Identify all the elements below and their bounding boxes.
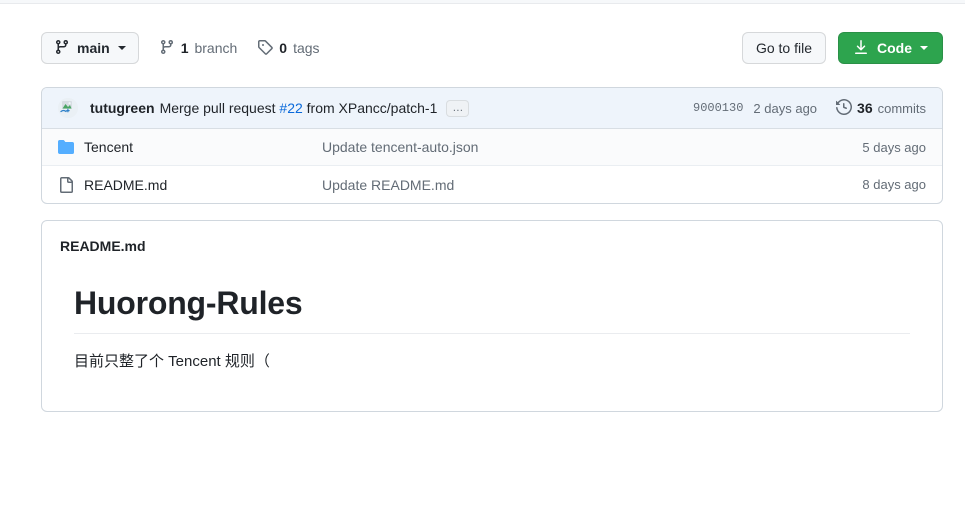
readme-title: Huorong-Rules xyxy=(74,285,910,334)
branches-link[interactable]: 1 branch xyxy=(159,39,238,58)
git-branch-icon xyxy=(54,39,70,58)
commit-message-suffix: from XPancc/patch-1 xyxy=(302,100,438,116)
go-to-file-button[interactable]: Go to file xyxy=(741,32,826,64)
code-button[interactable]: Code xyxy=(838,32,943,64)
file-name[interactable]: Tencent xyxy=(84,139,322,155)
file-icon xyxy=(58,176,74,193)
folder-icon xyxy=(58,139,74,155)
readme-paragraph: 目前只整了个 Tencent 规则（ xyxy=(74,353,270,370)
pull-request-link[interactable]: #22 xyxy=(279,100,302,116)
readme-body: Huorong-Rules 目前只整了个 Tencent 规则（ xyxy=(58,285,926,374)
file-commit-message[interactable]: Update tencent-auto.json xyxy=(322,139,846,155)
tag-count: 0 xyxy=(279,40,288,56)
readme-header-label: README.md xyxy=(60,238,146,254)
branch-selector-button[interactable]: main xyxy=(41,32,139,64)
table-row[interactable]: Tencent Update tencent-auto.json 5 days … xyxy=(42,129,942,166)
code-button-label: Code xyxy=(877,40,912,56)
commit-message-prefix: Merge pull request xyxy=(159,100,280,116)
download-icon xyxy=(853,39,869,58)
commits-count-value: 36 xyxy=(857,100,873,116)
repo-toolbar: main 1 branch 0 tags Go to file Code xyxy=(41,30,943,66)
file-name[interactable]: README.md xyxy=(84,177,322,193)
commit-relative-time: 2 days ago xyxy=(753,100,818,116)
commit-author[interactable]: tutugreen xyxy=(90,100,155,116)
branch-count-label: branch xyxy=(194,40,238,56)
commit-details-ellipsis-button[interactable]: … xyxy=(446,99,470,117)
chevron-down-icon xyxy=(117,46,126,50)
repository-content: main 1 branch 0 tags Go to file Code tut… xyxy=(0,0,965,412)
branch-count: 1 xyxy=(180,40,189,56)
tags-link[interactable]: 0 tags xyxy=(257,39,320,58)
git-branch-icon xyxy=(159,39,175,58)
branch-selector-label: main xyxy=(77,40,110,56)
commits-count-label: commits xyxy=(877,100,926,116)
tag-icon xyxy=(257,39,274,58)
commit-message: Merge pull request #22 from XPancc/patch… xyxy=(160,100,438,116)
file-updated-time: 5 days ago xyxy=(862,139,926,155)
tag-count-label: tags xyxy=(293,40,320,56)
avatar[interactable] xyxy=(58,98,78,118)
chevron-down-icon xyxy=(920,46,928,50)
commit-sha[interactable]: 9000130 xyxy=(693,101,743,115)
file-updated-time: 8 days ago xyxy=(862,177,926,192)
latest-commit-row: tutugreen Merge pull request #22 from XP… xyxy=(42,88,942,129)
readme-panel: README.md Huorong-Rules 目前只整了个 Tencent 规… xyxy=(41,220,943,412)
table-row[interactable]: README.md Update README.md 8 days ago xyxy=(42,166,942,203)
commit-meta: 9000130 2 days ago 36 commits xyxy=(693,98,926,118)
file-table: tutugreen Merge pull request #22 from XP… xyxy=(41,87,943,204)
history-clock-icon xyxy=(836,98,853,118)
commits-count-link[interactable]: 36 commits xyxy=(836,98,926,118)
file-commit-message[interactable]: Update README.md xyxy=(322,177,846,193)
